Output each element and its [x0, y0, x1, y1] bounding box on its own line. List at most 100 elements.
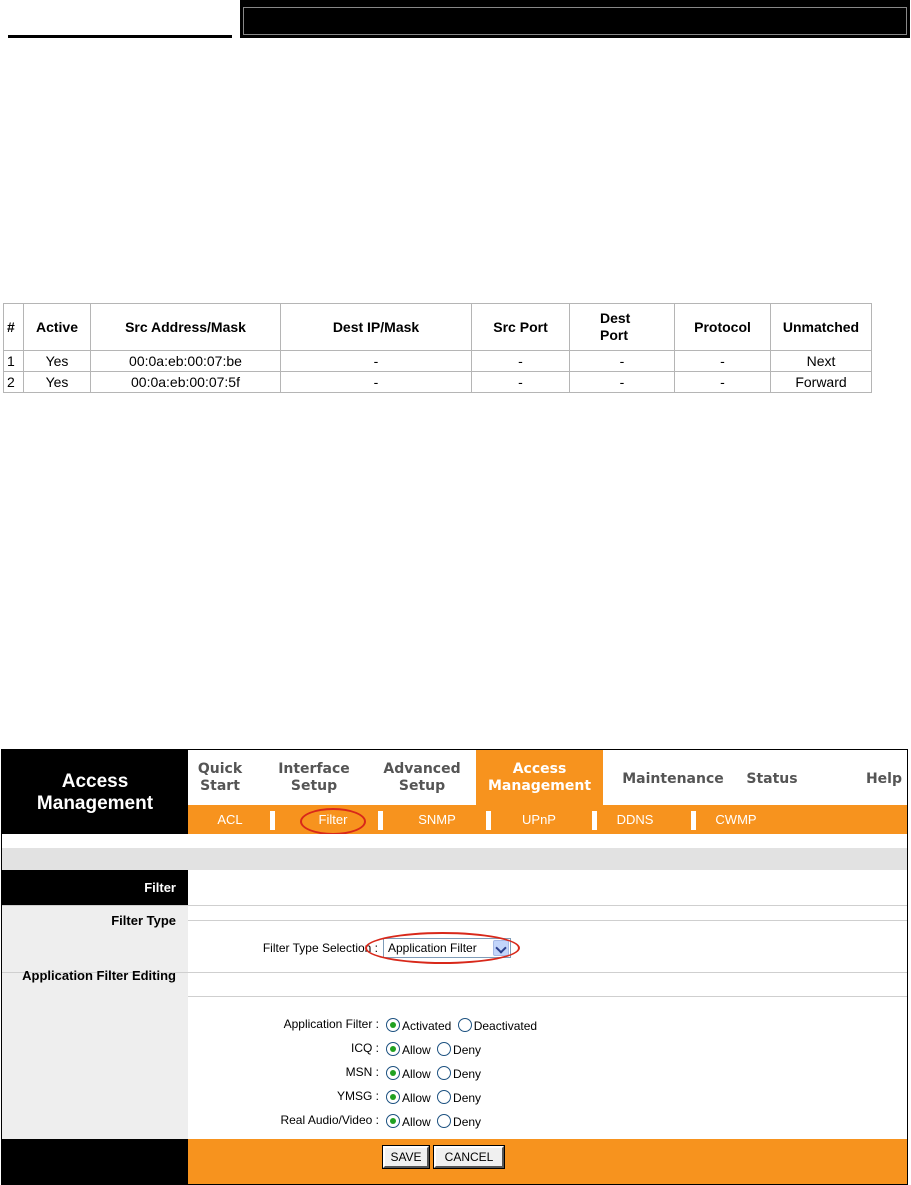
subnav-separator [486, 811, 491, 830]
application-filter-radio-group: Activated Deactivated [386, 1016, 540, 1034]
nav-label-line: Interface [278, 761, 350, 777]
radio-label: Allow [402, 1066, 431, 1081]
column-header: Src Address/Mask [90, 303, 281, 351]
save-button[interactable]: SAVE [382, 1145, 430, 1169]
nav-label-line: Status [746, 771, 798, 787]
table-cell: Next [770, 350, 872, 372]
table-cell: Forward [770, 371, 872, 393]
nav-label-line: Setup [290, 778, 338, 794]
column-header-text: Dest Port [600, 310, 631, 343]
radio-allow[interactable] [386, 1113, 400, 1128]
radio-deny[interactable] [437, 1113, 452, 1128]
ymsg-radio-group: Allow Deny [386, 1088, 484, 1106]
radio-label: Deny [453, 1114, 482, 1129]
section-title: Access Management [2, 750, 188, 834]
header-bar [240, 0, 910, 38]
radio-allow[interactable] [386, 1065, 400, 1080]
table-cell: Yes [23, 371, 91, 393]
table-cell: - [569, 371, 675, 393]
column-header: Dest IP/Mask [280, 303, 472, 351]
subnav-upnp[interactable]: UPnP [516, 805, 562, 834]
radio-activated[interactable] [386, 1017, 400, 1032]
radio-allow[interactable] [386, 1089, 400, 1104]
option-label: Application Filter : [283, 1017, 379, 1031]
nav-label-line: Start [200, 778, 240, 794]
table-cell: - [280, 371, 472, 393]
table-cell: 2 [3, 371, 24, 393]
divider [188, 920, 907, 921]
nav-help[interactable]: Help [864, 771, 904, 788]
subnav-separator [378, 811, 383, 830]
table-header-row: # Active Src Address/Mask Dest IP/Mask S… [3, 303, 872, 351]
subnav-ddns[interactable]: DDNS [608, 805, 662, 834]
radio-deny[interactable] [437, 1089, 452, 1104]
divider [188, 996, 907, 997]
radio-label: Deny [453, 1090, 482, 1105]
header-rule [8, 35, 232, 38]
nav-label-line: Management [487, 778, 592, 794]
table-cell: 00:0a:eb:00:07:be [90, 350, 281, 372]
subnav-separator [691, 811, 696, 830]
highlight-oval [365, 932, 520, 964]
divider [2, 905, 907, 906]
radio-label: Activated [402, 1018, 452, 1033]
table-cell: 1 [3, 350, 24, 372]
nav-status[interactable]: Status [742, 771, 802, 788]
nav-advanced-setup[interactable]: Advanced Setup [376, 761, 468, 795]
nav-label-line: Access [512, 761, 567, 777]
main-nav: Quick Start Interface Setup Advanced Set… [188, 750, 907, 805]
nav-interface-setup[interactable]: Interface Setup [270, 761, 358, 795]
subnav-separator [592, 811, 597, 830]
highlight-oval [300, 808, 366, 835]
table-cell: 00:0a:eb:00:07:5f [90, 371, 281, 393]
radio-label: Deny [453, 1042, 482, 1057]
filter-heading: Filter [2, 870, 188, 905]
nav-maintenance[interactable]: Maintenance [618, 771, 728, 788]
table-row: 1 Yes 00:0a:eb:00:07:be - - - - Next [3, 350, 872, 372]
column-header: Src Port [471, 303, 570, 351]
radio-label: Allow [402, 1114, 431, 1129]
table-cell: - [674, 350, 771, 372]
nav-label-line: Setup [398, 778, 446, 794]
icq-radio-group: Allow Deny [386, 1040, 484, 1058]
document-header [8, 0, 910, 40]
nav-label-line: Quick [197, 761, 243, 777]
subnav-snmp[interactable]: SNMP [414, 805, 460, 834]
nav-label-line: Help [865, 771, 903, 787]
table-cell: - [471, 350, 570, 372]
option-label: MSN : [345, 1065, 379, 1079]
nav-label-line: Advanced [383, 761, 461, 777]
filter-type-selection-label: Filter Type Selection : [262, 941, 378, 955]
footer-bar [188, 1139, 907, 1184]
table-cell: Yes [23, 350, 91, 372]
nav-label-line: Maintenance [622, 771, 724, 787]
footer-left [2, 1139, 188, 1184]
table-cell: - [674, 371, 771, 393]
subnav-cwmp[interactable]: CWMP [706, 805, 766, 834]
column-header: Active [23, 303, 91, 351]
sub-nav: ACL Filter SNMP UPnP DDNS CWMP [188, 805, 907, 835]
table-row: 2 Yes 00:0a:eb:00:07:5f - - - - Forward [3, 371, 872, 393]
radio-deactivated[interactable] [457, 1017, 472, 1032]
table-cell: - [569, 350, 675, 372]
cancel-button[interactable]: CANCEL [433, 1145, 505, 1169]
option-label: YMSG : [336, 1089, 379, 1103]
option-label: ICQ : [350, 1041, 379, 1055]
column-header: Protocol [674, 303, 771, 351]
router-admin-panel: Access Management Quick Start Interface … [1, 749, 908, 1185]
option-label: Real Audio/Video : [280, 1113, 379, 1127]
radio-allow[interactable] [386, 1041, 400, 1056]
real-audio-video-radio-group: Allow Deny [386, 1112, 484, 1130]
radio-label: Allow [402, 1090, 431, 1105]
radio-label: Deny [453, 1066, 482, 1081]
msn-radio-group: Allow Deny [386, 1064, 484, 1082]
nav-quick-start[interactable]: Quick Start [190, 761, 250, 795]
nav-access-management[interactable]: Access Management [476, 750, 603, 805]
column-header: # [3, 303, 24, 351]
filter-type-label: Filter Type [111, 913, 176, 928]
radio-deny[interactable] [437, 1065, 452, 1080]
subnav-separator [270, 811, 275, 830]
radio-deny[interactable] [437, 1041, 452, 1056]
app-filter-editing-label: Application Filter Editing [22, 968, 176, 983]
subnav-acl[interactable]: ACL [210, 805, 250, 834]
